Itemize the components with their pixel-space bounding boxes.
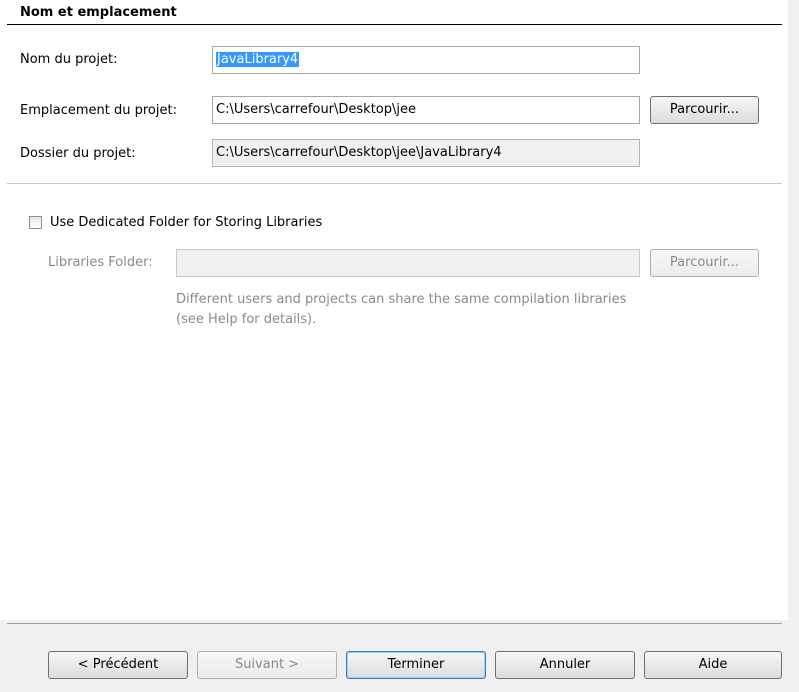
browse-libraries-button: Parcourir...	[650, 249, 759, 277]
finish-button[interactable]: Terminer	[346, 651, 486, 679]
help-button[interactable]: Aide	[644, 651, 782, 679]
dedicated-folder-checkbox[interactable]	[29, 216, 42, 229]
project-name-input[interactable]: JavaLibrary4	[212, 46, 640, 74]
button-bar-divider	[7, 623, 782, 624]
window-edge	[788, 0, 799, 692]
project-name-value: JavaLibrary4	[216, 52, 300, 67]
cancel-button[interactable]: Annuler	[495, 651, 635, 679]
section-divider	[7, 183, 782, 184]
dedicated-folder-label[interactable]: Use Dedicated Folder for Storing Librari…	[50, 215, 322, 230]
project-location-label: Emplacement du projet:	[20, 103, 177, 118]
project-name-label: Nom du projet:	[20, 52, 118, 67]
project-folder-field: C:\Users\carrefour\Desktop\jee\JavaLibra…	[212, 139, 640, 167]
libraries-folder-input	[176, 249, 640, 277]
header-divider	[7, 24, 782, 25]
previous-button[interactable]: < Précédent	[48, 651, 188, 679]
project-folder-label: Dossier du projet:	[20, 146, 136, 161]
project-location-input[interactable]: C:\Users\carrefour\Desktop\jee	[212, 96, 640, 124]
help-text: Different users and projects can share t…	[176, 292, 627, 327]
next-button: Suivant >	[197, 651, 337, 679]
libraries-folder-label: Libraries Folder:	[48, 255, 153, 270]
section-title: Nom et emplacement	[20, 5, 177, 20]
browse-location-button[interactable]: Parcourir...	[650, 96, 759, 124]
wizard-panel: Nom et emplacement Nom du projet: JavaLi…	[0, 0, 788, 620]
